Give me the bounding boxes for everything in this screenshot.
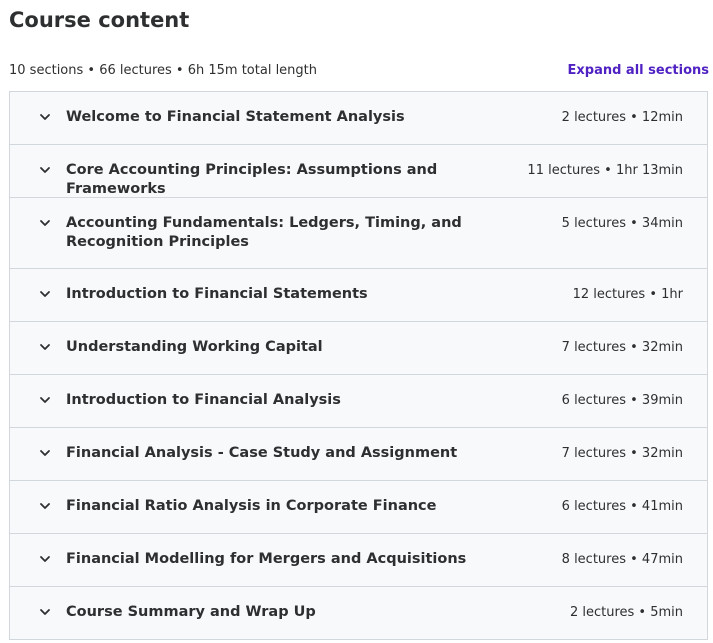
section-title: Introduction to Financial Statements bbox=[66, 286, 368, 302]
section-info: 11 lectures • 1hr 13min bbox=[527, 163, 683, 178]
chevron-down-icon bbox=[40, 397, 50, 403]
section-title: Course Summary and Wrap Up bbox=[66, 604, 316, 620]
chevron-down-icon bbox=[40, 220, 50, 226]
chevron-down-icon bbox=[40, 344, 50, 350]
section-info: 5 lectures • 34min bbox=[561, 216, 683, 231]
section-item[interactable]: Welcome to Financial Statement Analysis … bbox=[10, 92, 707, 145]
section-info: 7 lectures • 32min bbox=[561, 446, 683, 461]
section-item[interactable]: Introduction to Financial Statements 12 … bbox=[10, 269, 707, 322]
page-title: Course content bbox=[9, 8, 190, 32]
chevron-down-icon bbox=[40, 503, 50, 509]
chevron-down-icon bbox=[40, 291, 50, 297]
section-info: 6 lectures • 39min bbox=[561, 393, 683, 408]
section-info: 2 lectures • 12min bbox=[561, 110, 683, 125]
section-info: 8 lectures • 47min bbox=[561, 552, 683, 567]
section-item[interactable]: Core Accounting Principles: Assumptions … bbox=[10, 145, 707, 198]
chevron-down-icon bbox=[40, 556, 50, 562]
sections-accordion: Welcome to Financial Statement Analysis … bbox=[9, 91, 708, 640]
section-item[interactable]: Accounting Fundamentals: Ledgers, Timing… bbox=[10, 198, 707, 269]
section-info: 6 lectures • 41min bbox=[561, 499, 683, 514]
section-title: Understanding Working Capital bbox=[66, 339, 323, 355]
chevron-down-icon bbox=[40, 114, 50, 120]
section-title: Financial Analysis - Case Study and Assi… bbox=[66, 445, 458, 461]
course-meta-row: 10 sections • 66 lectures • 6h 15m total… bbox=[9, 62, 709, 80]
section-title: Welcome to Financial Statement Analysis bbox=[66, 109, 405, 125]
section-title: Introduction to Financial Analysis bbox=[66, 392, 341, 408]
section-item[interactable]: Understanding Working Capital 7 lectures… bbox=[10, 322, 707, 375]
chevron-down-icon bbox=[40, 167, 50, 173]
course-summary-text: 10 sections • 66 lectures • 6h 15m total… bbox=[9, 63, 318, 78]
section-title: Financial Modelling for Mergers and Acqu… bbox=[66, 551, 467, 567]
expand-all-sections-button[interactable]: Expand all sections bbox=[568, 62, 710, 80]
section-item[interactable]: Financial Ratio Analysis in Corporate Fi… bbox=[10, 481, 707, 534]
section-title: Financial Ratio Analysis in Corporate Fi… bbox=[66, 498, 437, 514]
section-info: 12 lectures • 1hr bbox=[572, 287, 683, 302]
section-title: Accounting Fundamentals: Ledgers, Timing… bbox=[66, 215, 462, 250]
course-content-header: Course content bbox=[9, 6, 709, 34]
section-title: Core Accounting Principles: Assumptions … bbox=[66, 162, 438, 197]
section-info: 7 lectures • 32min bbox=[561, 340, 683, 355]
section-item[interactable]: Financial Modelling for Mergers and Acqu… bbox=[10, 534, 707, 587]
chevron-down-icon bbox=[40, 609, 50, 615]
chevron-down-icon bbox=[40, 450, 50, 456]
section-info: 2 lectures • 5min bbox=[569, 605, 683, 620]
section-item[interactable]: Financial Analysis - Case Study and Assi… bbox=[10, 428, 707, 481]
section-item[interactable]: Introduction to Financial Analysis 6 lec… bbox=[10, 375, 707, 428]
section-item[interactable]: Course Summary and Wrap Up 2 lectures • … bbox=[10, 587, 707, 640]
